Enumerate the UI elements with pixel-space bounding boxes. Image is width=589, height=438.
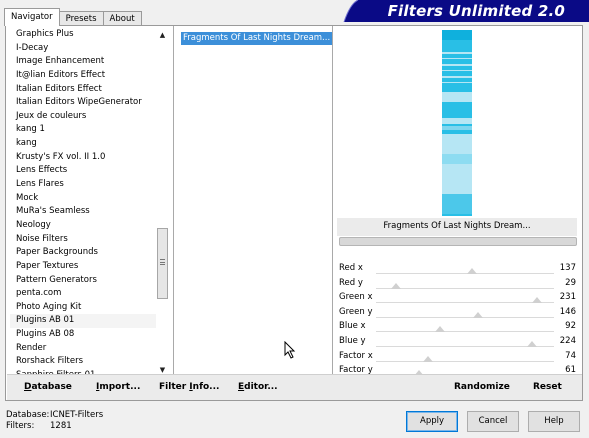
slider-label: Green y [339, 306, 373, 317]
editor-button[interactable]: Editor... [238, 382, 278, 392]
slider-row[interactable]: Green y 146 [338, 304, 578, 319]
category-item[interactable]: I-Decay [10, 42, 156, 56]
slider-knob-icon[interactable] [422, 355, 433, 362]
category-item[interactable]: Krusty's FX vol. II 1.0 [10, 151, 156, 165]
scroll-thumb[interactable] [157, 228, 168, 299]
tab-presets[interactable]: Presets [58, 11, 104, 26]
category-item[interactable]: Noise Filters [10, 233, 156, 247]
slider-row[interactable]: Blue x 92 [338, 319, 578, 334]
slider-track[interactable] [376, 341, 554, 347]
slider-label: Green x [339, 292, 373, 303]
scroll-up-icon[interactable]: ▲ [157, 30, 168, 40]
slider-label: Red y [339, 277, 363, 288]
category-item[interactable]: Lens Effects [10, 164, 156, 178]
category-item[interactable]: Graphics Plus [10, 28, 156, 42]
slider-knob-icon[interactable] [466, 268, 477, 274]
slider-track[interactable] [376, 311, 554, 318]
category-item[interactable]: penta.com [10, 287, 156, 301]
status-footer: Database:ICNET-Filters Filters: 1281 [6, 410, 103, 432]
list-divider [173, 26, 174, 374]
slider-value: 74 [565, 350, 576, 361]
filter-list-item[interactable]: Fragments Of Last Nights Dream... [181, 32, 333, 45]
category-item[interactable]: MuRa's Seamless [10, 205, 156, 219]
category-item[interactable]: Pattern Generators [10, 274, 156, 288]
slider-value: 224 [559, 336, 576, 346]
category-item[interactable]: Render [10, 342, 156, 356]
preview-divider [332, 26, 333, 374]
slider-value: 29 [565, 277, 576, 288]
category-item[interactable]: Paper Backgrounds [10, 246, 156, 260]
category-item[interactable]: Photo Aging Kit [10, 301, 156, 315]
slider-row[interactable]: Green x 231 [338, 290, 578, 305]
category-item[interactable]: Rorshack Filters [10, 355, 156, 369]
preview-filter-name: Fragments Of Last Nights Dream... [337, 218, 577, 236]
database-label: Database: [6, 410, 50, 420]
tab-about[interactable]: About [102, 11, 142, 26]
slider-knob-icon[interactable] [435, 326, 446, 333]
slider-label: Red x [339, 263, 363, 273]
category-item[interactable]: It@lian Editors Effect [10, 69, 156, 83]
category-item[interactable]: kang [10, 137, 156, 151]
slider-track[interactable] [376, 268, 554, 274]
filter-info-button[interactable]: Filter Info... [159, 382, 219, 392]
category-item[interactable]: Image Enhancement [10, 55, 156, 69]
category-item[interactable]: Jeux de couleurs [10, 110, 156, 124]
slider-track[interactable] [376, 326, 554, 333]
apply-button[interactable]: Apply [406, 411, 458, 432]
slider-label: Blue x [339, 321, 366, 332]
slider-row[interactable]: Blue y 224 [338, 334, 578, 348]
category-item[interactable]: Italian Editors WipeGenerator [10, 96, 156, 110]
preview-progress-bar [339, 237, 577, 246]
filters-count: 1281 [50, 421, 72, 431]
slider-value: 231 [559, 292, 576, 303]
slider-value: 92 [565, 321, 576, 332]
title-banner: Filters Unlimited 2.0 [340, 0, 589, 22]
help-button[interactable]: Help [528, 411, 580, 432]
banner-title: Filters Unlimited 2.0 [387, 2, 565, 20]
category-item[interactable]: Mock [10, 192, 156, 206]
cancel-button[interactable]: Cancel [467, 411, 519, 432]
slider-label: Factor x [339, 350, 373, 361]
slider-row[interactable]: Red y 29 [338, 275, 578, 290]
reset-button[interactable]: Reset [533, 382, 562, 392]
randomize-button[interactable]: Randomize [454, 382, 510, 392]
category-item[interactable]: Paper Textures [10, 260, 156, 274]
slider-row[interactable]: Factor x 74 [338, 348, 578, 363]
category-item[interactable]: kang 1 [10, 123, 156, 137]
filters-label: Filters: [6, 421, 35, 431]
database-value: ICNET-Filters [50, 410, 104, 420]
tab-strip: Navigator Presets About [4, 8, 142, 26]
mouse-cursor-icon [284, 341, 296, 359]
category-item[interactable]: Plugins AB 01 [10, 314, 156, 329]
slider-knob-icon[interactable] [532, 297, 543, 304]
preview-image [442, 30, 472, 216]
slider-row[interactable]: Red x 137 [338, 261, 578, 275]
slider-value: 137 [559, 263, 576, 273]
slider-track[interactable] [376, 297, 554, 304]
slider-knob-icon[interactable] [472, 311, 483, 318]
category-item[interactable]: Italian Editors Effect [10, 83, 156, 97]
slider-label: Blue y [339, 336, 366, 346]
slider-knob-icon[interactable] [527, 341, 538, 347]
slider-value: 146 [559, 306, 576, 317]
category-scrollbar[interactable]: ▲ ▼ [156, 30, 169, 375]
slider-track[interactable] [376, 282, 554, 289]
category-item[interactable]: Neology [10, 219, 156, 233]
tab-navigator[interactable]: Navigator [4, 8, 60, 26]
category-item[interactable]: Lens Flares [10, 178, 156, 192]
category-item[interactable]: Plugins AB 08 [10, 328, 156, 342]
category-list[interactable]: Graphics Plus I-Decay Image Enhancement It@… [10, 28, 156, 374]
slider-knob-icon[interactable] [391, 282, 402, 289]
slider-track[interactable] [376, 355, 554, 362]
database-button[interactable]: Database [24, 382, 72, 392]
import-button[interactable]: Import... [96, 382, 140, 392]
navigator-toolbar: Database Import... Filter Info... Editor… [7, 374, 582, 400]
